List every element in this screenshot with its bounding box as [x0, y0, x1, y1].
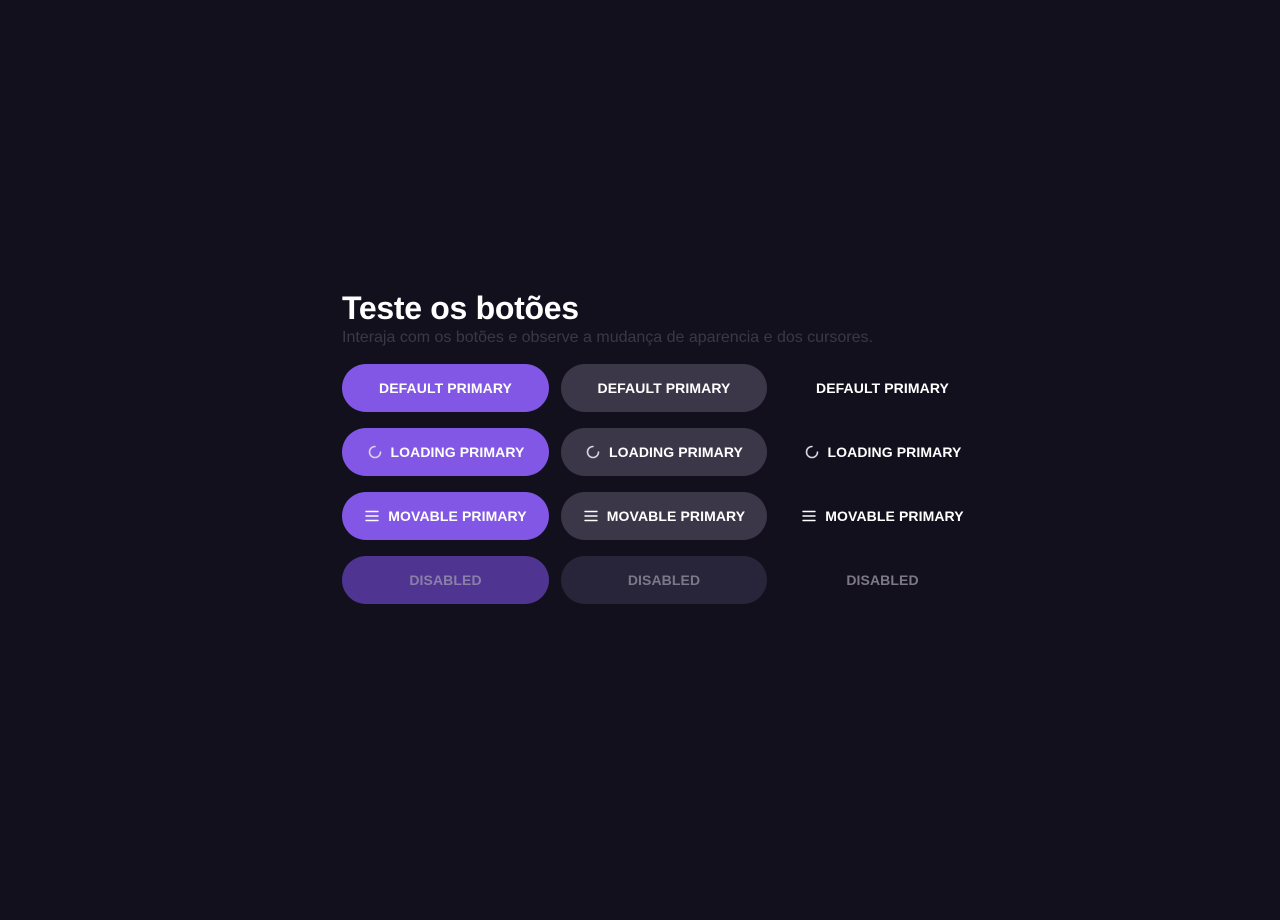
page-title: Teste os botões — [342, 290, 579, 326]
loading-tertiary-button[interactable]: LOADING PRIMARY — [779, 428, 986, 476]
button-label: MOVABLE PRIMARY — [606, 508, 746, 524]
loading-primary-button[interactable]: LOADING PRIMARY — [342, 428, 549, 476]
button-label: MOVABLE PRIMARY — [825, 508, 964, 524]
movable-tertiary-button[interactable]: MOVABLE PRIMARY — [779, 492, 986, 540]
button-label: LOADING PRIMARY — [827, 444, 962, 460]
button-label: MOVABLE PRIMARY — [388, 508, 527, 524]
button-label: LOADING PRIMARY — [390, 444, 525, 460]
button-label: DISABLED — [846, 572, 919, 588]
drag-handle-icon[interactable] — [583, 508, 599, 524]
loading-secondary-button[interactable]: LOADING PRIMARY — [561, 428, 767, 476]
disabled-secondary-button: DISABLED — [561, 556, 767, 604]
button-label: DEFAULT PRIMARY — [816, 380, 949, 396]
disabled-tertiary-button: DISABLED — [779, 556, 986, 604]
button-label: DISABLED — [409, 572, 482, 588]
spinner-icon — [804, 444, 820, 460]
button-grid: DEFAULT PRIMARY DEFAULT PRIMARY DEFAULT … — [342, 364, 982, 604]
movable-primary-button[interactable]: MOVABLE PRIMARY — [342, 492, 549, 540]
button-label: DEFAULT PRIMARY — [379, 380, 512, 396]
spinner-icon — [367, 444, 383, 460]
spinner-icon — [585, 444, 601, 460]
button-label: DEFAULT PRIMARY — [597, 380, 731, 396]
movable-secondary-button[interactable]: MOVABLE PRIMARY — [561, 492, 767, 540]
default-secondary-button[interactable]: DEFAULT PRIMARY — [561, 364, 767, 412]
button-showcase: Teste os botões Interaja com os botões e… — [342, 288, 982, 604]
default-tertiary-button[interactable]: DEFAULT PRIMARY — [779, 364, 986, 412]
page-subtitle: Interaja com os botões e observe a mudan… — [342, 329, 873, 346]
disabled-primary-button: DISABLED — [342, 556, 549, 604]
button-label: LOADING PRIMARY — [609, 444, 743, 460]
button-label: DISABLED — [627, 572, 701, 588]
drag-handle-icon[interactable] — [801, 508, 817, 524]
drag-handle-icon[interactable] — [364, 508, 380, 524]
default-primary-button[interactable]: DEFAULT PRIMARY — [342, 364, 549, 412]
